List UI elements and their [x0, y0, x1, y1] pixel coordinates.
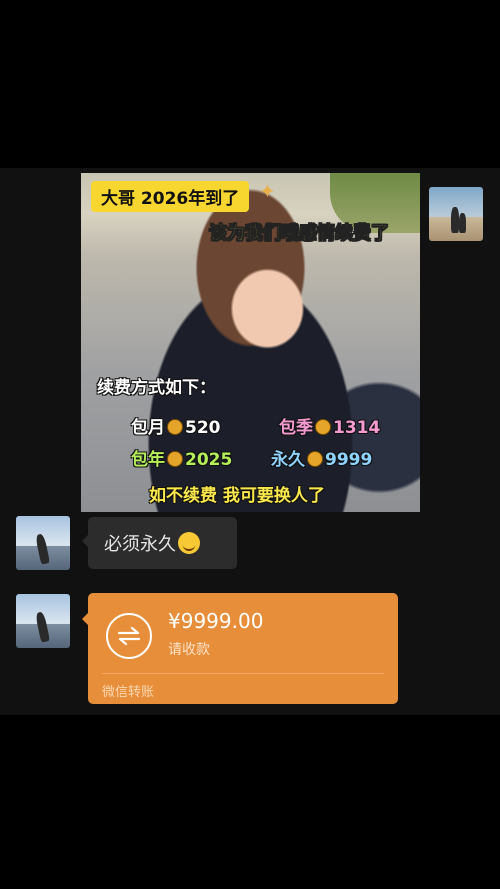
plan-price: 9999	[325, 450, 373, 470]
money-bag-icon	[315, 419, 331, 435]
money-bag-icon	[167, 419, 183, 435]
transfer-icon	[106, 613, 152, 659]
plan-label: 永久	[271, 450, 305, 470]
contact-avatar[interactable]	[16, 516, 70, 570]
methods-title: 续费方式如下：	[97, 378, 216, 398]
message-text: 必须永久	[104, 534, 176, 555]
transfer-amount: ¥9999.00	[168, 609, 264, 633]
money-bag-icon	[307, 451, 323, 467]
image-caption-line2: 该为我们哦感情续费了	[209, 223, 390, 245]
text-message-bubble[interactable]: 必须永久	[82, 517, 237, 569]
shared-image[interactable]: 大哥 2026年到了 ✦ 该为我们哦感情续费了 续费方式如下： 包月 520 包季…	[81, 173, 420, 512]
laughing-emoji-icon	[178, 532, 200, 554]
plan-label: 包年	[131, 450, 165, 470]
clapping-hands-icon: ✦	[259, 179, 276, 203]
plan-label: 包月	[131, 418, 165, 438]
self-avatar[interactable]	[429, 187, 483, 241]
plan-quarterly: 包季 1314	[279, 413, 380, 438]
image-closing-caption: 如不续费 我可要换人了	[149, 486, 325, 506]
image-caption-top: 大哥 2026年到了	[91, 181, 250, 212]
transfer-footer-label: 微信转账	[102, 685, 155, 700]
plan-label: 包季	[279, 418, 313, 438]
plan-price: 2025	[185, 450, 233, 470]
divider	[102, 673, 384, 674]
transfer-status: 请收款	[168, 642, 210, 658]
plan-monthly: 包月 520	[131, 413, 221, 438]
transfer-card[interactable]: ¥9999.00 请收款 微信转账	[82, 593, 398, 704]
contact-avatar[interactable]	[16, 594, 70, 648]
plan-yearly: 包年 2025	[131, 445, 232, 470]
plan-forever: 永久 9999	[271, 445, 372, 470]
money-bag-icon	[167, 451, 183, 467]
plan-price: 1314	[333, 418, 381, 438]
plan-price: 520	[185, 418, 221, 438]
